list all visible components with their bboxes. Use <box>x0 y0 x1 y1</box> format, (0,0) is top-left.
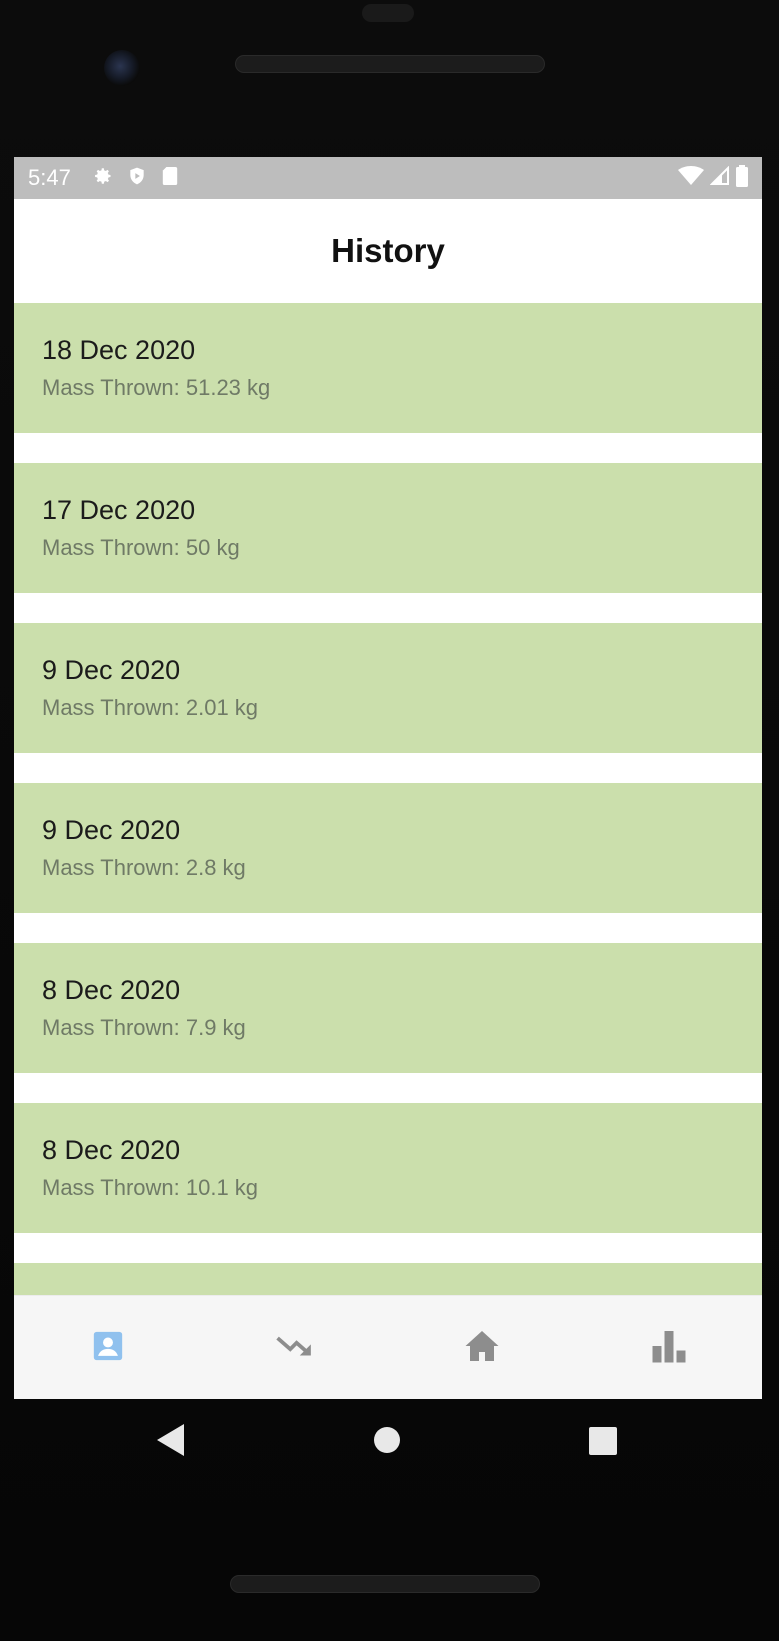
top-notch <box>362 4 414 22</box>
history-item-date: 8 Dec 2020 <box>42 975 181 1005</box>
recents-icon[interactable] <box>589 1427 617 1460</box>
history-item-date: 9 Dec 2020 <box>42 815 181 845</box>
nav-stats[interactable] <box>575 1296 762 1399</box>
gear-icon <box>93 166 113 191</box>
history-item[interactable]: 17 Dec 2020 Mass Thrown: 50 kg <box>14 463 762 593</box>
history-item-mass: Mass Thrown: 51.23 kg <box>42 375 271 400</box>
app-screen: 5:47 History 18 Dec 2020 Mass Thrown: 51… <box>14 157 762 1399</box>
history-item-mass: Mass Thrown: 2.01 kg <box>42 695 259 720</box>
home-circle-icon[interactable] <box>373 1426 401 1459</box>
status-time: 5:47 <box>28 165 71 190</box>
page-title: History <box>331 232 445 269</box>
history-item-date: 8 Dec 2020 <box>42 1135 181 1165</box>
wifi-icon <box>678 165 704 191</box>
top-speaker <box>235 55 545 73</box>
history-item-partial[interactable] <box>14 1263 762 1295</box>
history-item-mass: Mass Thrown: 50 kg <box>42 535 240 560</box>
history-item-mass: Mass Thrown: 2.8 kg <box>42 855 246 880</box>
history-list[interactable]: 18 Dec 2020 Mass Thrown: 51.23 kg 17 Dec… <box>14 303 762 1295</box>
sd-card-icon <box>161 165 179 192</box>
bottom-nav <box>14 1295 762 1399</box>
front-camera <box>104 50 140 86</box>
profile-icon <box>91 1329 125 1368</box>
bar-chart-icon <box>651 1329 687 1368</box>
history-item[interactable]: 9 Dec 2020 Mass Thrown: 2.8 kg <box>14 783 762 913</box>
back-icon[interactable] <box>156 1423 186 1462</box>
history-item-date: 17 Dec 2020 <box>42 495 196 525</box>
history-item-mass: Mass Thrown: 10.1 kg <box>42 1175 259 1200</box>
home-icon <box>464 1329 500 1368</box>
history-item-mass: Mass Thrown: 7.9 kg <box>42 1015 246 1040</box>
status-bar: 5:47 <box>14 157 762 199</box>
battery-icon <box>736 164 748 192</box>
nav-trends[interactable] <box>201 1296 388 1399</box>
nav-home[interactable] <box>388 1296 575 1399</box>
history-item[interactable]: 8 Dec 2020 Mass Thrown: 10.1 kg <box>14 1103 762 1233</box>
history-item-date: 18 Dec 2020 <box>42 335 196 365</box>
app-bar: History <box>14 199 762 303</box>
system-nav-bar <box>0 1399 779 1489</box>
signal-icon <box>709 165 730 191</box>
history-item-date: 9 Dec 2020 <box>42 655 181 685</box>
history-item[interactable]: 9 Dec 2020 Mass Thrown: 2.01 kg <box>14 623 762 753</box>
phone-frame: 5:47 History 18 Dec 2020 Mass Thrown: 51… <box>0 0 779 1641</box>
bottom-speaker <box>230 1575 540 1593</box>
trending-down-icon <box>275 1333 314 1364</box>
shield-icon <box>127 165 147 192</box>
nav-profile[interactable] <box>14 1296 201 1399</box>
history-item[interactable]: 8 Dec 2020 Mass Thrown: 7.9 kg <box>14 943 762 1073</box>
history-item[interactable]: 18 Dec 2020 Mass Thrown: 51.23 kg <box>14 303 762 433</box>
